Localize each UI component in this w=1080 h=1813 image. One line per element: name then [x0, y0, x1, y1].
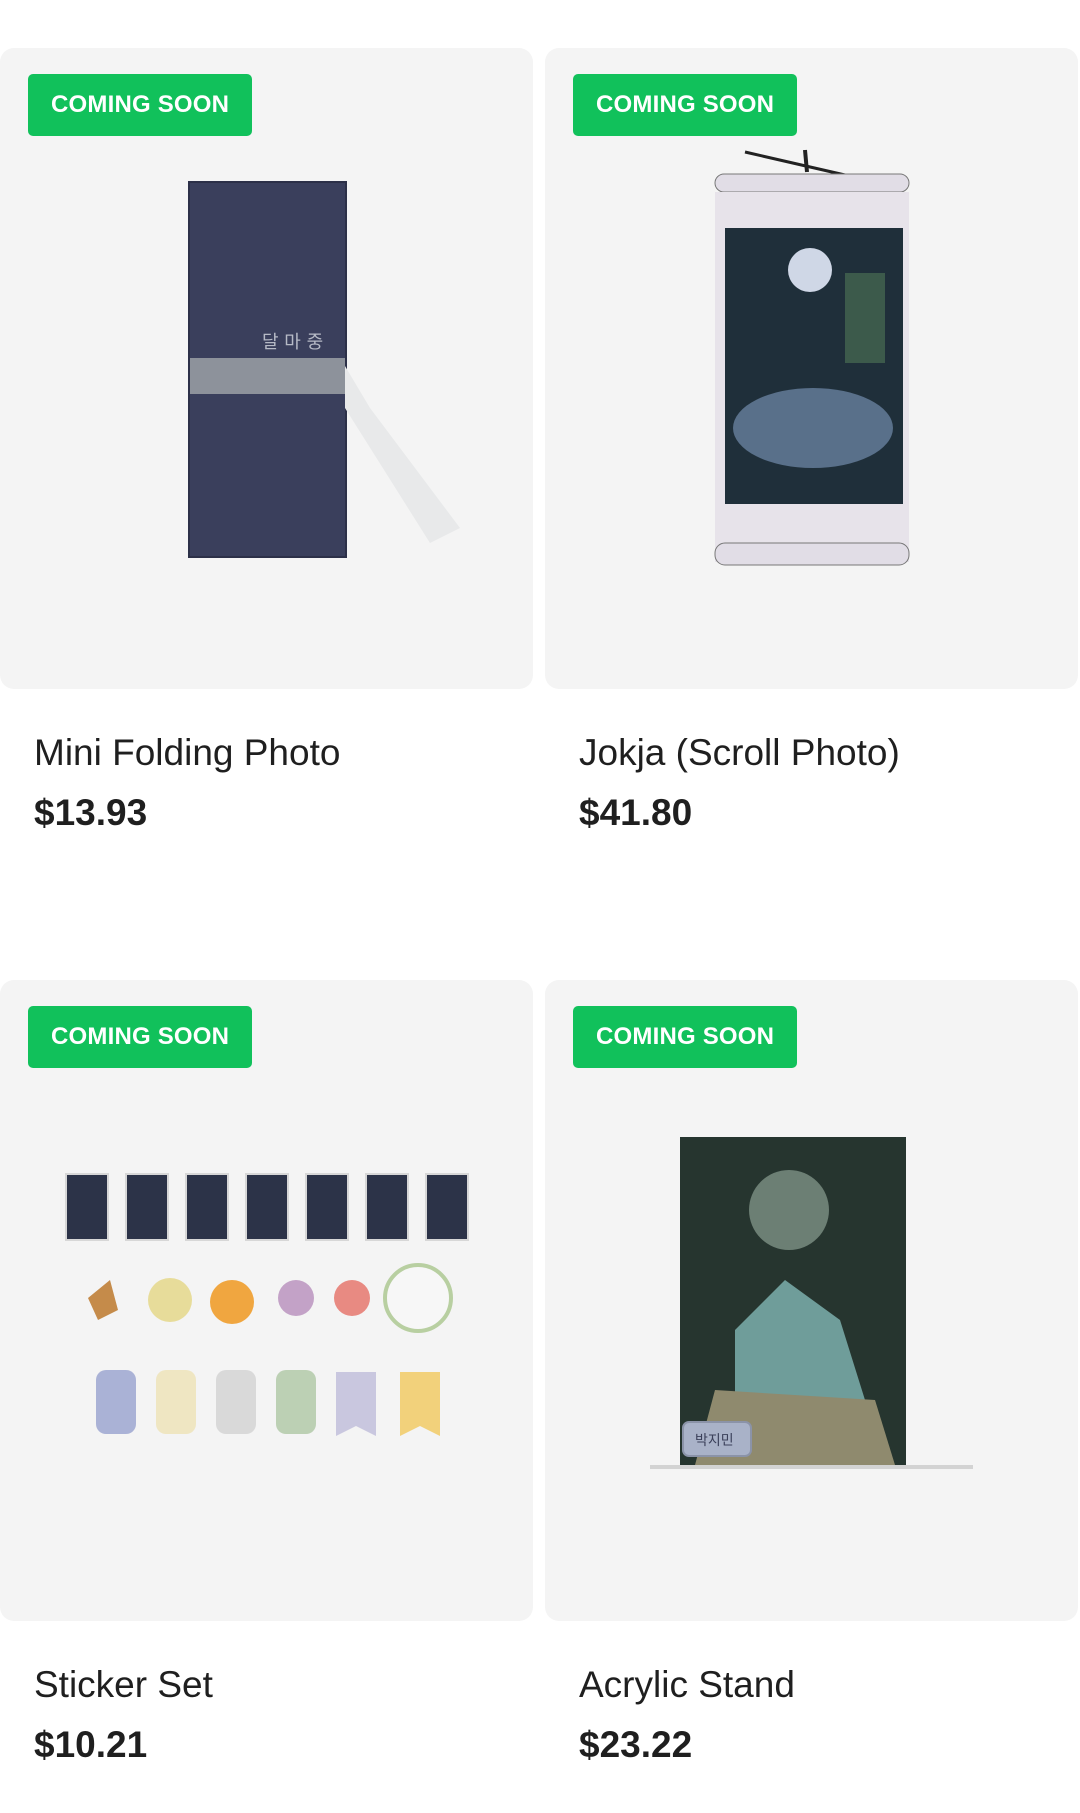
product-image[interactable]: 달 마 중 COMING SOON: [0, 48, 533, 689]
acrylic-stand-image: 박지민: [650, 1137, 973, 1469]
svg-text:박지민: 박지민: [695, 1433, 734, 1449]
sticker-set-image: [65, 1173, 469, 1436]
product-name[interactable]: Sticker Set: [34, 1664, 213, 1706]
product-price: $10.21: [34, 1724, 148, 1765]
product-card[interactable]: COMING SOON Jokja (Scroll Photo) $41.80: [545, 48, 1078, 833]
product-grid: 달 마 중 COMING SOON Mini Folding Photo $13…: [0, 0, 1080, 1813]
folding-photo-image: 달 마 중: [188, 181, 460, 558]
product-card[interactable]: COMING SOON Sticker Set $10.21: [0, 980, 533, 1765]
coming-soon-badge: COMING SOON: [28, 1006, 253, 1068]
product-card[interactable]: 박지민 COMING SOON Acrylic Stand $23.22: [545, 980, 1078, 1765]
product-price: $23.22: [579, 1724, 693, 1765]
product-image[interactable]: COMING SOON: [0, 980, 533, 1621]
product-price: $13.93: [34, 792, 148, 833]
svg-text:달 마 중: 달 마 중: [262, 332, 323, 353]
product-image[interactable]: 박지민 COMING SOON: [545, 980, 1078, 1621]
coming-soon-badge: COMING SOON: [28, 74, 253, 136]
product-price: $41.80: [579, 792, 693, 833]
product-name[interactable]: Jokja (Scroll Photo): [579, 732, 900, 774]
coming-soon-badge: COMING SOON: [573, 74, 798, 136]
product-name[interactable]: Mini Folding Photo: [34, 732, 340, 774]
product-name[interactable]: Acrylic Stand: [579, 1664, 795, 1706]
scroll-photo-image: [714, 149, 910, 566]
product-card[interactable]: 달 마 중 COMING SOON Mini Folding Photo $13…: [0, 48, 533, 833]
coming-soon-badge: COMING SOON: [573, 1006, 798, 1068]
product-image[interactable]: COMING SOON: [545, 48, 1078, 689]
